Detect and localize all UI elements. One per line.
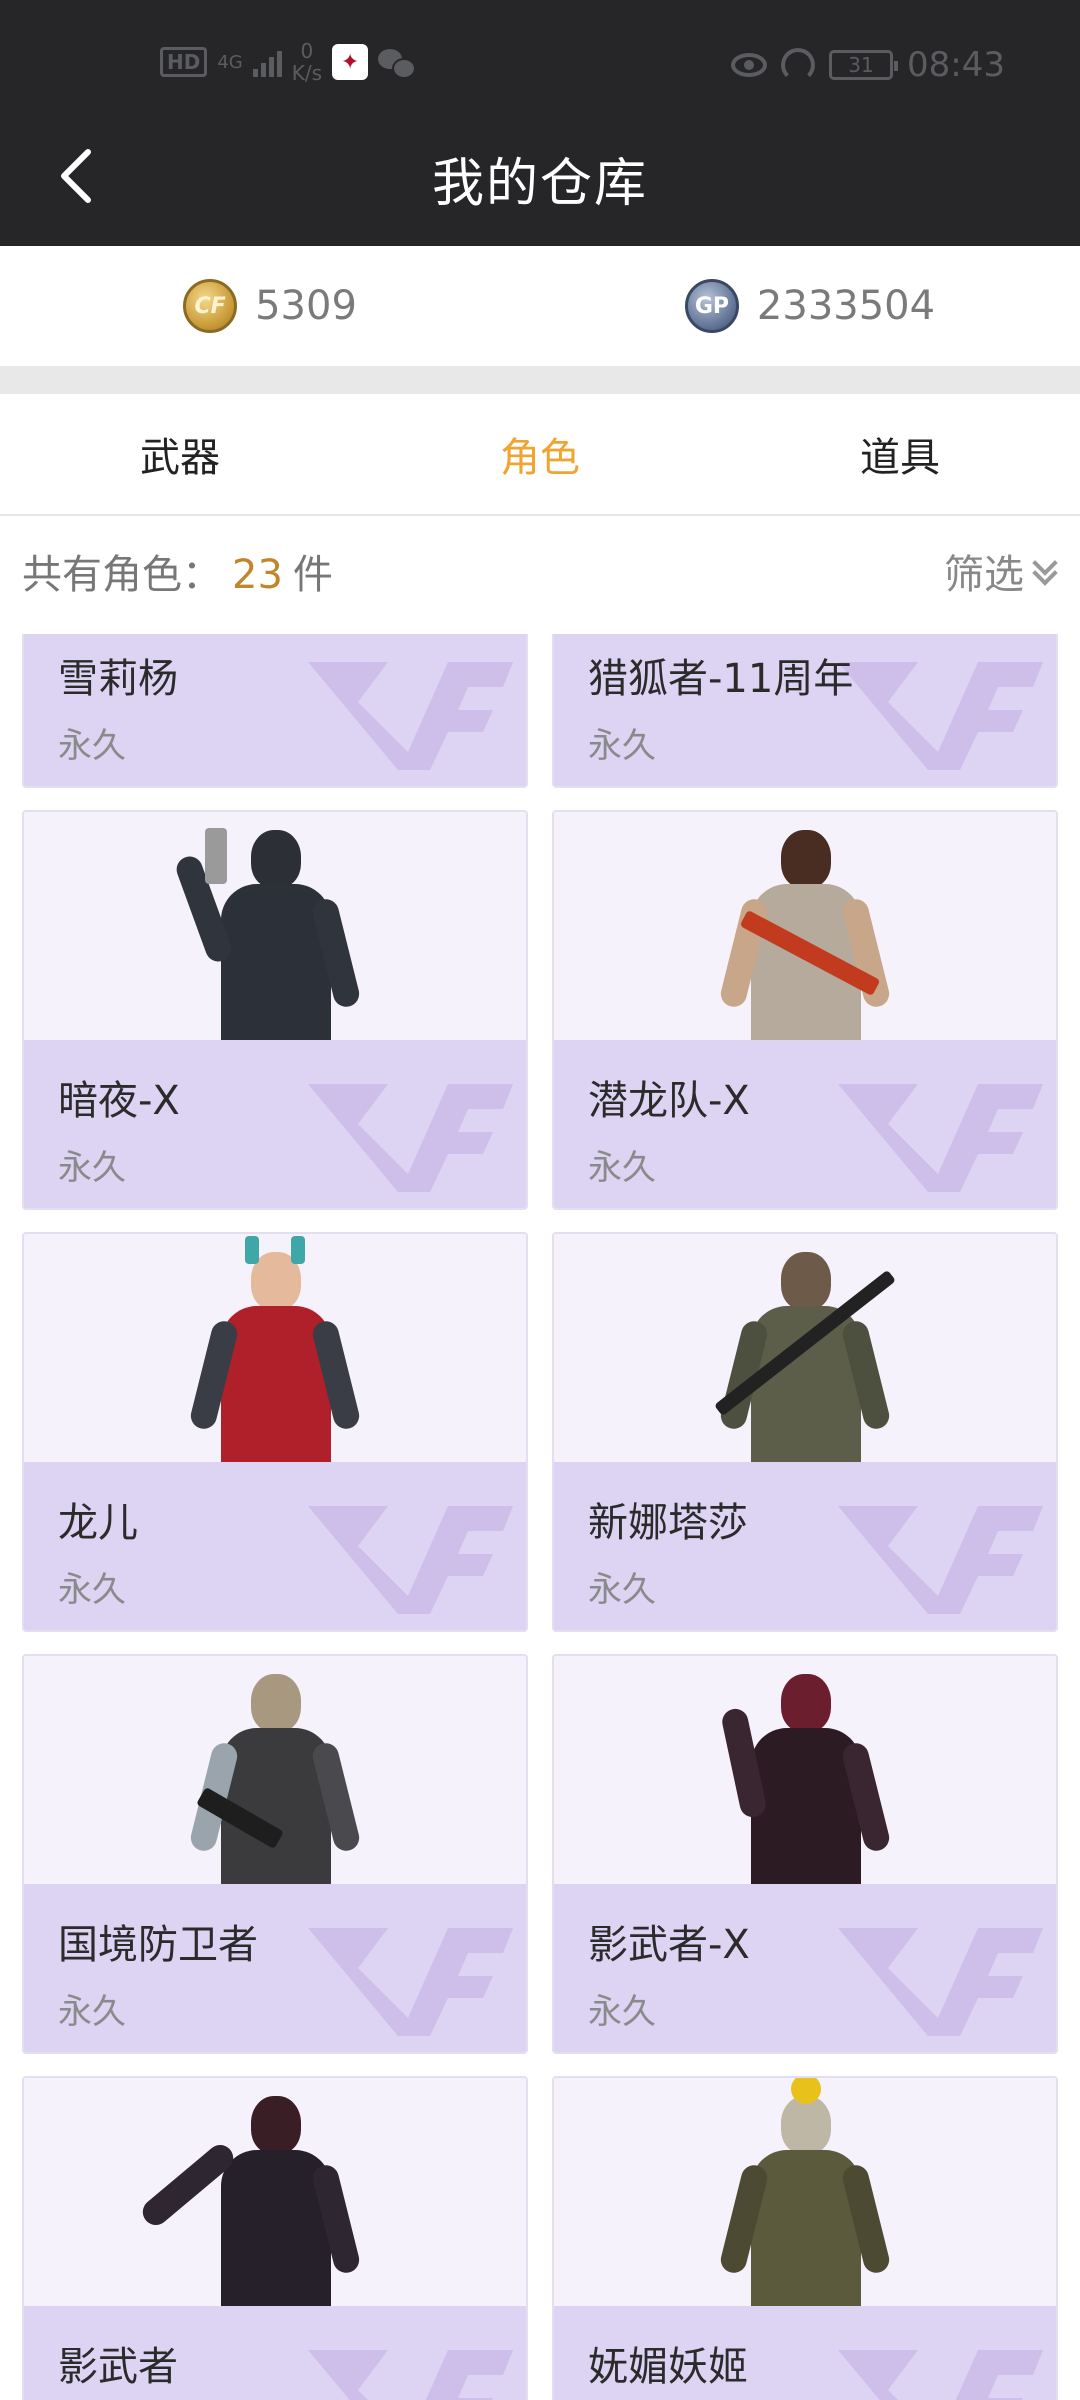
- battery-level: 31: [848, 53, 874, 77]
- character-duration: 永久: [58, 726, 126, 766]
- net-speed-value: 0: [300, 39, 314, 63]
- gp-points-value: 2333504: [756, 283, 936, 329]
- card-info: 猎狐者-11周年 永久: [554, 634, 1056, 786]
- character-card[interactable]: 影武者-X 永久: [552, 1654, 1058, 2054]
- gauge-icon: [781, 48, 816, 82]
- status-bar: HD 4G 0 K/s ✦ 31 08:43: [0, 0, 1080, 110]
- character-card[interactable]: 新娜塔莎 永久: [552, 1232, 1058, 1632]
- chevron-left-icon: [61, 149, 91, 203]
- character-figure: [705, 1236, 905, 1466]
- gp-coin-icon: GP: [684, 279, 739, 333]
- card-info: 新娜塔莎 永久: [554, 1462, 1056, 1630]
- character-card[interactable]: 国境防卫者 永久: [22, 1654, 528, 2054]
- filter-label: 筛选: [944, 552, 1024, 598]
- character-name: 雪莉杨: [58, 656, 178, 702]
- card-info: 影武者: [24, 2306, 526, 2400]
- app-header: 我的仓库: [0, 110, 1080, 246]
- character-portrait: [554, 2078, 1056, 2310]
- cf-coin-icon: CF: [183, 279, 238, 333]
- net-speed: 0 K/s: [292, 40, 322, 84]
- card-info: 龙儿 永久: [24, 1462, 526, 1630]
- character-portrait: [24, 2078, 526, 2310]
- signal-icon: [252, 47, 282, 77]
- count-value: 23: [232, 552, 283, 598]
- category-tabs: 武器 角色 道具: [0, 394, 1080, 516]
- card-info: 雪莉杨 永久: [24, 634, 526, 786]
- character-name: 潜龙队-X: [588, 1078, 750, 1124]
- count-prefix: 共有角色：: [22, 552, 222, 598]
- status-right: 31 08:43: [731, 45, 1005, 85]
- character-figure: [705, 2078, 905, 2310]
- network-type: 4G: [217, 51, 243, 73]
- currency-bar: CF 5309 GP 2333504: [0, 246, 1080, 366]
- character-duration: 永久: [588, 1148, 656, 1188]
- character-figure: [137, 2080, 375, 2310]
- tab-items[interactable]: 道具: [720, 394, 1080, 514]
- character-figure: [705, 1658, 905, 1888]
- character-list[interactable]: 雪莉杨 永久 猎狐者-11周年 永久 暗夜-X 永久 潜龙队-X 永久 龙儿 永…: [0, 634, 1080, 2400]
- wechat-icon: [378, 47, 417, 79]
- character-portrait: [24, 1234, 526, 1466]
- app-notification-icon: ✦: [332, 44, 369, 80]
- eye-comfort-icon: [731, 53, 768, 77]
- page-title: 我的仓库: [431, 153, 648, 214]
- character-figure: [705, 814, 905, 1044]
- card-info: 影武者-X 永久: [554, 1884, 1056, 2052]
- character-duration: 永久: [58, 1992, 126, 2032]
- character-figure: [175, 1236, 375, 1466]
- back-button[interactable]: [40, 140, 112, 212]
- character-name: 国境防卫者: [58, 1922, 258, 1968]
- character-name: 影武者: [58, 2344, 178, 2390]
- clock: 08:43: [907, 45, 1005, 85]
- hd-badge: HD: [160, 47, 208, 77]
- character-card[interactable]: 雪莉杨 永久: [22, 634, 528, 788]
- section-divider: [0, 366, 1080, 394]
- character-portrait: [24, 812, 526, 1044]
- character-portrait: [24, 1656, 526, 1888]
- character-card[interactable]: 龙儿 永久: [22, 1232, 528, 1632]
- character-card[interactable]: 暗夜-X 永久: [22, 810, 528, 1210]
- character-card[interactable]: 影武者: [22, 2076, 528, 2400]
- character-figure: [175, 1658, 375, 1888]
- character-duration: 永久: [58, 1148, 126, 1188]
- character-duration: 永久: [58, 1570, 126, 1610]
- character-card[interactable]: 猎狐者-11周年 永久: [552, 634, 1058, 788]
- character-grid: 雪莉杨 永久 猎狐者-11周年 永久 暗夜-X 永久 潜龙队-X 永久 龙儿 永…: [22, 634, 1058, 2400]
- character-duration: 永久: [588, 1992, 656, 2032]
- card-info: 妩媚妖姬: [554, 2306, 1056, 2400]
- count-suffix: 件: [292, 552, 333, 598]
- character-portrait: [554, 1234, 1056, 1466]
- gp-points: GP 2333504: [540, 246, 1080, 366]
- character-card[interactable]: 潜龙队-X 永久: [552, 810, 1058, 1210]
- character-card[interactable]: 妩媚妖姬: [552, 2076, 1058, 2400]
- cf-points: CF 5309: [0, 246, 540, 366]
- net-speed-unit: K/s: [291, 61, 323, 85]
- character-duration: 永久: [588, 1570, 656, 1610]
- status-left: HD 4G 0 K/s ✦: [160, 40, 417, 84]
- tab-characters[interactable]: 角色: [360, 394, 720, 514]
- character-portrait: [554, 812, 1056, 1044]
- card-info: 暗夜-X 永久: [24, 1040, 526, 1208]
- character-figure: [172, 814, 375, 1044]
- summary-row: 共有角色： 23 件 筛选: [0, 516, 1080, 626]
- filter-button[interactable]: 筛选: [944, 542, 1058, 600]
- character-count: 共有角色： 23 件: [22, 542, 333, 600]
- double-chevron-down-icon: [1032, 554, 1058, 588]
- character-name: 新娜塔莎: [588, 1500, 748, 1546]
- character-name: 妩媚妖姬: [588, 2344, 748, 2390]
- card-info: 潜龙队-X 永久: [554, 1040, 1056, 1208]
- character-duration: 永久: [588, 726, 656, 766]
- character-name: 猎狐者-11周年: [588, 656, 854, 702]
- card-info: 国境防卫者 永久: [24, 1884, 526, 2052]
- character-name: 影武者-X: [588, 1922, 750, 1968]
- character-name: 龙儿: [58, 1500, 138, 1546]
- battery-icon: 31: [829, 50, 899, 80]
- character-name: 暗夜-X: [58, 1078, 180, 1124]
- tab-weapons[interactable]: 武器: [0, 394, 360, 514]
- character-portrait: [554, 1656, 1056, 1888]
- cf-points-value: 5309: [255, 283, 357, 329]
